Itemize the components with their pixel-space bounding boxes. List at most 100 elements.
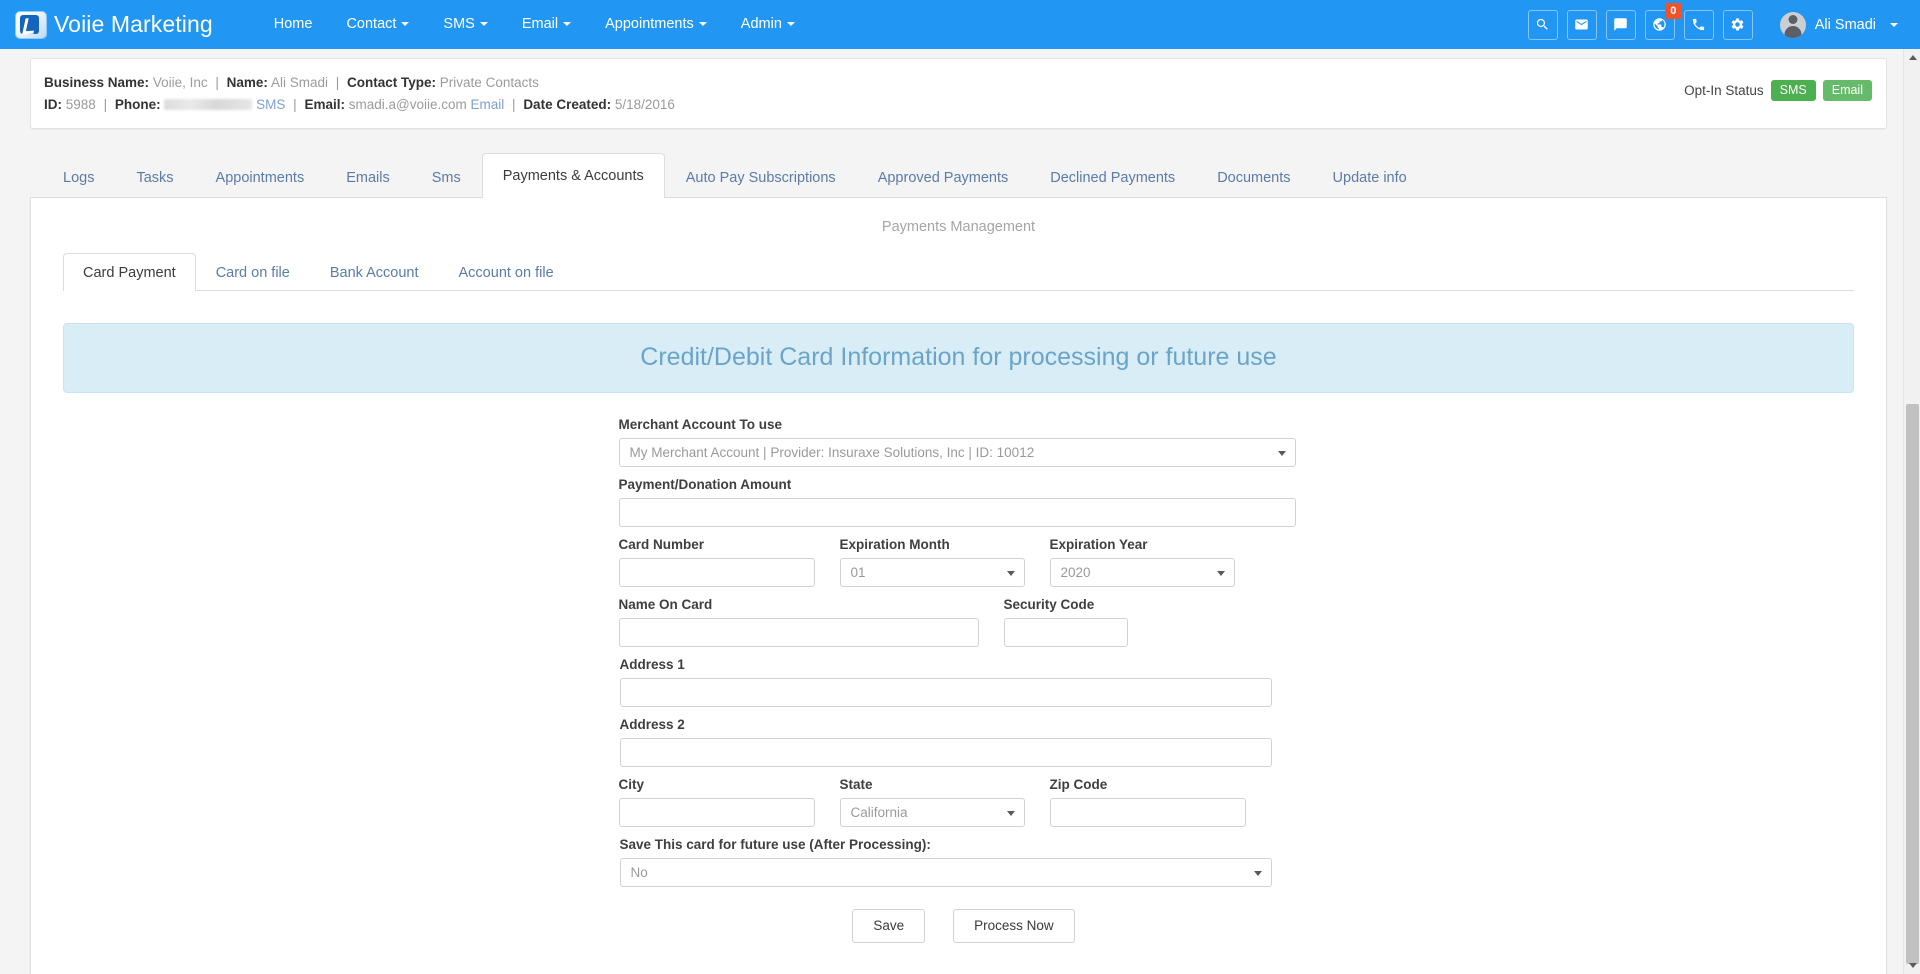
subtab-account-on-file[interactable]: Account on file [439,253,574,291]
state-select[interactable]: California [839,798,1025,827]
tab-sms[interactable]: Sms [411,157,482,198]
tab-label: Logs [63,170,95,186]
zip-input[interactable] [1049,798,1246,827]
top-navbar: Voiie Marketing Home Contact SMS Email A… [0,0,1920,49]
tab-declined-payments[interactable]: Declined Payments [1029,157,1196,198]
card-payment-form: Merchant Account To use My Merchant Acco… [31,393,1886,974]
security-code-input[interactable] [1003,618,1128,647]
email-label: Email: [304,97,345,112]
tab-label: Payments & Accounts [502,168,644,184]
zip-label: Zip Code [1049,777,1108,792]
tab-logs[interactable]: Logs [42,157,115,198]
chevron-down-icon [479,22,488,27]
page-body: Business Name: Voiie, Inc | Name: Ali Sm… [0,49,1920,974]
nav-item-sms[interactable]: SMS [426,0,504,49]
user-name-label: Ali Smadi [1814,16,1876,33]
tab-appointments[interactable]: Appointments [195,157,326,198]
tab-payments-accounts[interactable]: Payments & Accounts [481,153,665,198]
expiration-month-select[interactable]: 01 [839,558,1025,587]
search-button[interactable] [1527,9,1558,40]
settings-button[interactable] [1722,9,1753,40]
separator: | [512,97,516,112]
subtab-card-on-file[interactable]: Card on file [196,253,310,291]
gear-icon [1731,18,1744,31]
globe-icon [1653,18,1666,31]
chevron-down-icon [563,22,572,27]
chevron-down-icon [1006,570,1015,576]
city-input[interactable] [618,798,815,827]
chevron-down-icon [1216,570,1225,576]
amount-input[interactable] [618,498,1296,527]
optin-status: Opt-In Status SMS Email [1684,72,1872,101]
tab-tasks[interactable]: Tasks [115,157,194,198]
card-number-group: Card Number [618,537,815,587]
tab-label: Approved Payments [877,170,1009,186]
tab-emails[interactable]: Emails [325,157,411,198]
contact-info-line-2: ID: 5988 | Phone: SMS | Email: smadi.a@v… [44,94,1684,116]
search-icon [1537,18,1549,30]
messages-button[interactable] [1566,9,1597,40]
subtab-bank-account[interactable]: Bank Account [310,253,439,291]
scrollbar-thumb[interactable] [1906,404,1919,964]
status-badge-sms[interactable]: SMS [1770,80,1816,101]
address1-input[interactable] [619,678,1272,707]
tab-label: Sms [431,170,461,186]
address2-input[interactable] [619,738,1272,767]
card-number-input[interactable] [618,558,815,587]
merchant-account-select[interactable]: My Merchant Account | Provider: Insuraxe… [618,438,1296,467]
expiration-year-group: Expiration Year 2020 [1049,537,1235,587]
city-group: City [618,777,815,827]
expiration-year-value: 2020 [1060,565,1091,580]
expiration-year-select[interactable]: 2020 [1049,558,1235,587]
chevron-down-icon [1908,963,1917,968]
name-on-card-group: Name On Card [618,597,979,647]
scroll-up-button[interactable] [1904,49,1920,66]
chevron-down-icon [1890,22,1898,27]
nav-item-home[interactable]: Home [257,0,330,49]
tab-label: Auto Pay Subscriptions [685,170,836,186]
tab-update-info[interactable]: Update info [1312,157,1428,198]
nav-item-appointments[interactable]: Appointments [588,0,724,49]
contact-info-line-1: Business Name: Voiie, Inc | Name: Ali Sm… [44,72,1684,94]
state-label: State [839,777,873,792]
chat-button[interactable] [1605,9,1636,40]
scroll-down-button[interactable] [1904,957,1920,974]
zip-group: Zip Code [1049,777,1246,827]
merchant-account-value: My Merchant Account | Provider: Insuraxe… [629,445,1035,460]
subtab-label: Card Payment [83,265,176,281]
expiration-month-group: Expiration Month 01 [839,537,1025,587]
tab-auto-pay-subscriptions[interactable]: Auto Pay Subscriptions [665,157,857,198]
brand-title: Voiie Marketing [54,11,213,37]
expiration-year-label: Expiration Year [1049,537,1148,552]
nav-item-email[interactable]: Email [505,0,588,49]
save-button[interactable]: Save [852,909,926,943]
name-on-card-input[interactable] [618,618,979,647]
process-now-button[interactable]: Process Now [953,909,1075,943]
chevron-down-icon [1006,810,1015,816]
user-menu[interactable]: Ali Smadi [1779,11,1904,38]
brand-logo-link[interactable]: Voiie Marketing [16,11,213,38]
id-label: ID: [44,97,62,112]
expiration-month-label: Expiration Month [839,537,950,552]
tab-approved-payments[interactable]: Approved Payments [857,157,1030,198]
save-card-select[interactable]: No [619,858,1272,887]
nav-label: Appointments [605,16,694,32]
amount-label: Payment/Donation Amount [618,477,792,492]
subtab-card-payment[interactable]: Card Payment [63,253,196,291]
payments-panel: Payments Management Card Payment Card on… [30,198,1887,974]
email-link[interactable]: Email [471,97,505,112]
form-column: Merchant Account To use My Merchant Acco… [618,417,1299,943]
notifications-button[interactable]: 0 [1644,2,1682,40]
vertical-scrollbar[interactable] [1903,49,1920,974]
nav-item-contact[interactable]: Contact [329,0,426,49]
tab-documents[interactable]: Documents [1196,157,1311,198]
nav-item-admin[interactable]: Admin [724,0,812,49]
tab-label: Declined Payments [1050,170,1176,186]
sms-link[interactable]: SMS [256,97,285,112]
phone-button[interactable] [1683,9,1714,40]
status-badge-email[interactable]: Email [1822,80,1872,101]
city-label: City [618,777,645,792]
address2-label: Address 2 [619,717,685,732]
subtab-label: Account on file [458,265,554,281]
payment-method-tab-bar: Card Payment Card on file Bank Account A… [63,253,1854,291]
